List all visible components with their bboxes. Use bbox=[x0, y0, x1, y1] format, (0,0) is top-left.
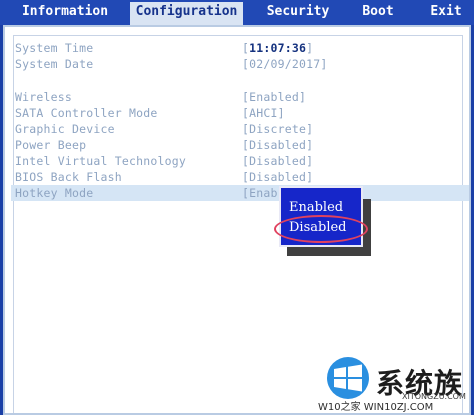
setting-row-sata-mode[interactable]: SATA Controller Mode [AHCI] bbox=[11, 105, 466, 121]
setting-value[interactable]: [Enabled] bbox=[242, 89, 306, 105]
setting-row-wireless[interactable]: Wireless [Enabled] bbox=[11, 89, 466, 105]
setting-value[interactable]: [AHCI] bbox=[242, 105, 285, 121]
tab-configuration[interactable]: Configuration bbox=[130, 2, 243, 25]
highlight-ring-annotation bbox=[274, 215, 368, 243]
setting-label: BIOS Back Flash bbox=[15, 170, 122, 184]
setting-row-power-beep[interactable]: Power Beep [Disabled] bbox=[11, 137, 466, 153]
system-time-row[interactable]: System Time [11:07:36] bbox=[11, 40, 466, 56]
setting-row-bios-back-flash[interactable]: BIOS Back Flash [Disabled] bbox=[11, 169, 466, 185]
setting-value[interactable]: [Disabled] bbox=[242, 169, 313, 185]
system-time-value[interactable]: [11:07:36] bbox=[242, 40, 313, 56]
setting-label: SATA Controller Mode bbox=[15, 106, 158, 120]
setting-value[interactable]: [Disabled] bbox=[242, 153, 313, 169]
site-watermark-text: W10之家 WIN10ZJ.COM bbox=[318, 402, 434, 413]
setting-row-graphic-device[interactable]: Graphic Device [Discrete] bbox=[11, 121, 466, 137]
menu-tab-bar: Information Configuration Security Boot … bbox=[0, 0, 474, 25]
tab-boot[interactable]: Boot bbox=[355, 2, 401, 25]
system-date-label: System Date bbox=[15, 57, 94, 71]
setting-value[interactable]: [Disabled] bbox=[242, 137, 313, 153]
system-time-label: System Time bbox=[15, 41, 94, 55]
tab-security[interactable]: Security bbox=[258, 2, 338, 25]
setting-row-hotkey-mode-selected[interactable]: Hotkey Mode [Enab bbox=[11, 185, 469, 201]
system-date-value[interactable]: [02/09/2017] bbox=[242, 56, 327, 72]
option-enabled[interactable]: Enabled bbox=[289, 200, 343, 216]
setting-label: Wireless bbox=[15, 90, 72, 104]
setting-label: Power Beep bbox=[15, 138, 87, 152]
setting-row-intel-vt[interactable]: Intel Virtual Technology [Disabled] bbox=[11, 153, 466, 169]
system-date-row[interactable]: System Date [02/09/2017] bbox=[11, 56, 466, 72]
setting-label: Graphic Device bbox=[15, 122, 115, 136]
setting-label: Intel Virtual Technology bbox=[15, 154, 186, 168]
setting-value[interactable]: [Enab bbox=[242, 185, 278, 201]
setting-label: Hotkey Mode bbox=[15, 186, 94, 200]
tab-exit[interactable]: Exit bbox=[420, 2, 472, 25]
tab-information[interactable]: Information bbox=[10, 2, 120, 25]
windows-logo-icon bbox=[327, 357, 369, 399]
configuration-panel bbox=[3, 25, 471, 415]
setting-value[interactable]: [Discrete] bbox=[242, 121, 313, 137]
